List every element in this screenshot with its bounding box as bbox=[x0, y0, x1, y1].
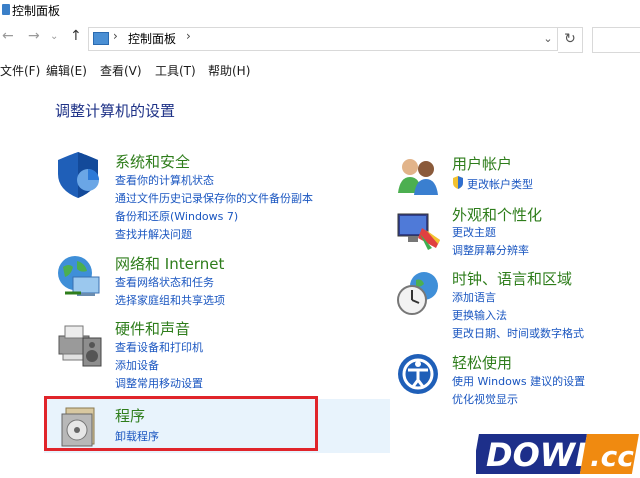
link-add-device[interactable]: 添加设备 bbox=[115, 357, 159, 373]
link-windows-recommended-settings[interactable]: 使用 Windows 建议的设置 bbox=[452, 373, 585, 389]
clock-globe-icon bbox=[397, 272, 438, 315]
link-network-status[interactable]: 查看网络状态和任务 bbox=[115, 274, 214, 290]
link-change-date-time-format[interactable]: 更改日期、时间或数字格式 bbox=[452, 325, 584, 341]
page-title: 调整计算机的设置 bbox=[55, 102, 176, 120]
appearance-personalization-icon bbox=[397, 213, 440, 250]
menu-tools[interactable]: 工具(T) bbox=[155, 62, 196, 79]
user-accounts-icon bbox=[398, 159, 438, 195]
link-change-account-type[interactable]: 更改帐户类型 bbox=[467, 176, 533, 192]
menu-help[interactable]: 帮助(H) bbox=[208, 62, 250, 79]
link-troubleshoot[interactable]: 查找并解决问题 bbox=[115, 226, 192, 242]
link-optimize-visual-display[interactable]: 优化视觉显示 bbox=[452, 391, 518, 407]
breadcrumb-separator-2[interactable]: › bbox=[186, 29, 191, 43]
category-system-security[interactable]: 系统和安全 bbox=[115, 151, 190, 172]
refresh-button[interactable]: ↻ bbox=[558, 27, 583, 53]
category-network-internet[interactable]: 网络和 Internet bbox=[115, 253, 224, 274]
watermark-suffix: .cc bbox=[590, 440, 634, 473]
up-button[interactable]: ↑ bbox=[70, 28, 82, 44]
category-user-accounts[interactable]: 用户帐户 bbox=[452, 153, 512, 174]
forward-button[interactable]: → bbox=[28, 28, 40, 44]
link-change-theme[interactable]: 更改主题 bbox=[452, 224, 496, 240]
control-panel-icon bbox=[2, 4, 10, 15]
control-panel-small-icon bbox=[93, 32, 109, 45]
back-button[interactable]: ← bbox=[2, 28, 14, 44]
category-hardware-sound[interactable]: 硬件和声音 bbox=[115, 318, 190, 339]
link-backup-restore[interactable]: 备份和还原(Windows 7) bbox=[115, 208, 238, 224]
link-view-computer-status[interactable]: 查看你的计算机状态 bbox=[115, 172, 214, 188]
link-screen-resolution[interactable]: 调整屏幕分辨率 bbox=[452, 242, 529, 258]
recent-dropdown-icon[interactable]: ⌄ bbox=[50, 31, 58, 42]
uac-shield-icon bbox=[453, 176, 463, 189]
category-appearance-personalization[interactable]: 外观和个性化 bbox=[452, 204, 542, 225]
link-devices-printers[interactable]: 查看设备和打印机 bbox=[115, 339, 203, 355]
address-dropdown-icon[interactable]: ⌄ bbox=[539, 28, 557, 50]
link-add-language[interactable]: 添加语言 bbox=[452, 289, 496, 305]
breadcrumb-control-panel[interactable]: 控制面板 bbox=[128, 30, 176, 47]
menu-edit[interactable]: 编辑(E) bbox=[46, 62, 87, 79]
link-mobility-settings[interactable]: 调整常用移动设置 bbox=[115, 375, 203, 391]
menu-file[interactable]: 文件(F) bbox=[0, 62, 40, 79]
link-change-input-method[interactable]: 更换输入法 bbox=[452, 307, 507, 323]
down-cc-watermark-logo: DOWN .cc bbox=[476, 434, 639, 474]
menu-view[interactable]: 查看(V) bbox=[100, 62, 142, 79]
link-homegroup-sharing[interactable]: 选择家庭组和共享选项 bbox=[115, 292, 225, 308]
ease-of-access-icon bbox=[398, 354, 438, 394]
category-clock-language-region[interactable]: 时钟、语言和区域 bbox=[452, 268, 572, 289]
network-globe-icon bbox=[58, 256, 100, 296]
window-title: 控制面板 bbox=[12, 4, 61, 18]
programs-annotation-frame bbox=[44, 396, 318, 451]
category-ease-of-access[interactable]: 轻松使用 bbox=[452, 352, 512, 373]
link-file-history-backup[interactable]: 通过文件历史记录保存你的文件备份副本 bbox=[115, 190, 313, 206]
breadcrumb-separator[interactable]: › bbox=[113, 29, 118, 43]
shield-icon bbox=[58, 152, 99, 198]
printer-speaker-icon bbox=[58, 325, 102, 367]
title-bar bbox=[0, 0, 640, 22]
search-input[interactable] bbox=[592, 27, 640, 53]
